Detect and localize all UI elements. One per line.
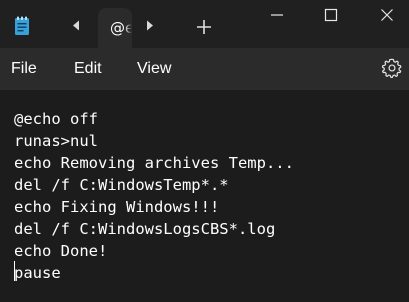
title-bar: @echo off	[0, 0, 409, 48]
text-editor[interactable]: @echo off runas>nul echo Removing archiv…	[0, 90, 409, 302]
notepad-window: @echo off File Edit View	[0, 0, 409, 302]
menu-file[interactable]: File	[11, 60, 37, 78]
menu-view[interactable]: View	[137, 60, 171, 78]
chevron-left-icon[interactable]	[70, 18, 82, 32]
code-line: echo Fixing Windows!!!	[14, 198, 220, 216]
tab-fade	[124, 8, 132, 48]
close-icon[interactable]	[376, 4, 398, 26]
maximize-icon[interactable]	[320, 4, 342, 26]
menu-bar: File Edit View	[0, 48, 409, 90]
code-line: del /f C:WindowsLogsCBS*.log	[14, 220, 276, 238]
minimize-icon[interactable]	[266, 4, 288, 26]
code-line: runas>nul	[14, 132, 98, 150]
code-line: echo Done!	[14, 242, 108, 260]
code-line: del /f C:WindowsTemp*.*	[14, 176, 229, 194]
code-line: echo Removing archives Temp...	[14, 154, 294, 172]
tab-active[interactable]: @echo off	[98, 8, 132, 48]
code-line: @echo off	[14, 110, 98, 128]
menu-edit[interactable]: Edit	[74, 60, 102, 78]
gear-icon[interactable]	[381, 57, 403, 79]
text-caret	[14, 261, 15, 281]
chevron-right-icon[interactable]	[144, 18, 156, 32]
plus-icon[interactable]	[195, 18, 213, 36]
code-line: pause	[14, 264, 61, 282]
notepad-icon	[14, 16, 30, 36]
